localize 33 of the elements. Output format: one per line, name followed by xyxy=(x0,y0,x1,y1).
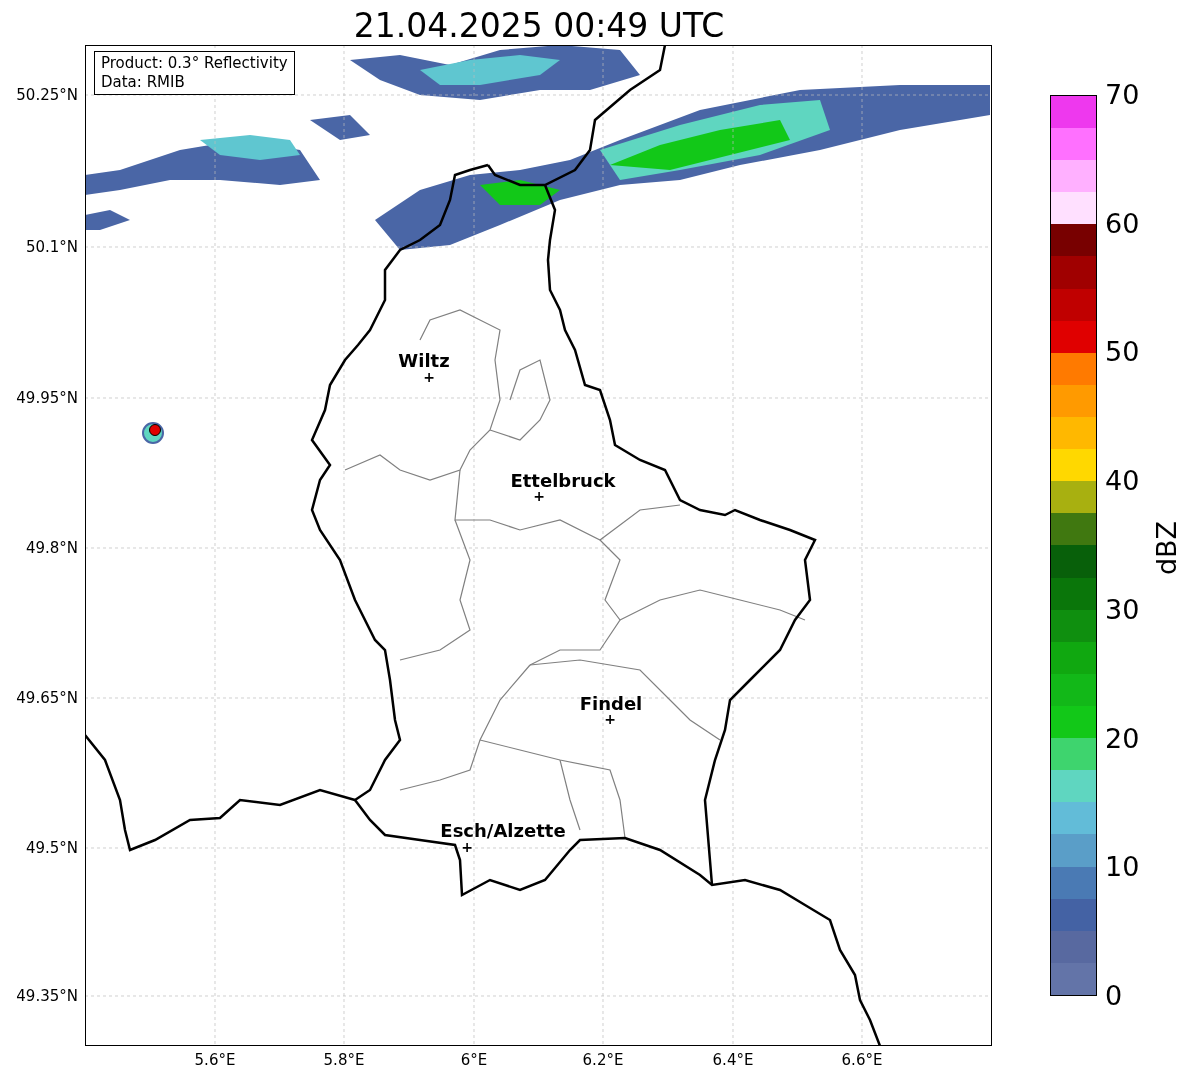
latitude-label: 50.25°N xyxy=(16,86,78,104)
longitude-label: 6.2°E xyxy=(582,1051,624,1069)
colorbar-tick-label: 50 xyxy=(1105,337,1140,368)
latitude-label: 49.8°N xyxy=(25,539,78,557)
city-marker: + xyxy=(604,712,616,726)
latitude-label: 50.1°N xyxy=(25,238,78,256)
colorbar-tick-label: 10 xyxy=(1105,852,1140,883)
longitude-label: 6.4°E xyxy=(712,1051,754,1069)
colorbar-tick-label: 60 xyxy=(1105,208,1140,239)
city-label: Ettelbruck xyxy=(510,470,616,492)
colorbar-tick-label: 20 xyxy=(1105,723,1140,754)
city-marker: + xyxy=(533,489,545,503)
info-text: Product: 0.3° Reflectivity xyxy=(101,54,288,73)
latitude-label: 49.5°N xyxy=(25,839,78,857)
city-label: Findel xyxy=(579,693,643,715)
plot-title: 21.04.2025 00:49 UTC xyxy=(352,5,726,47)
city-label: Esch/Alzette xyxy=(440,820,566,842)
colorbar-tick-label: 40 xyxy=(1105,466,1140,497)
longitude-label: 5.8°E xyxy=(323,1051,365,1069)
colorbar-tick-label: 30 xyxy=(1105,594,1140,625)
longitude-label: 6.6°E xyxy=(841,1051,883,1069)
city-marker: + xyxy=(423,370,435,384)
latitude-label: 49.95°N xyxy=(16,389,78,407)
latitude-label: 49.65°N xyxy=(16,689,78,707)
colorbar-axis-label: dBZ xyxy=(1152,520,1183,576)
colorbar-tick-label: 0 xyxy=(1105,981,1123,1011)
info-text: Data: RMIB xyxy=(101,73,186,92)
longitude-label: 6°E xyxy=(460,1051,488,1069)
city-label: Wiltz xyxy=(398,350,450,372)
latitude-label: 49.35°N xyxy=(16,987,78,1005)
colorbar-tick-label: 70 xyxy=(1105,80,1140,110)
longitude-label: 5.6°E xyxy=(194,1051,236,1069)
city-marker: + xyxy=(461,840,473,854)
